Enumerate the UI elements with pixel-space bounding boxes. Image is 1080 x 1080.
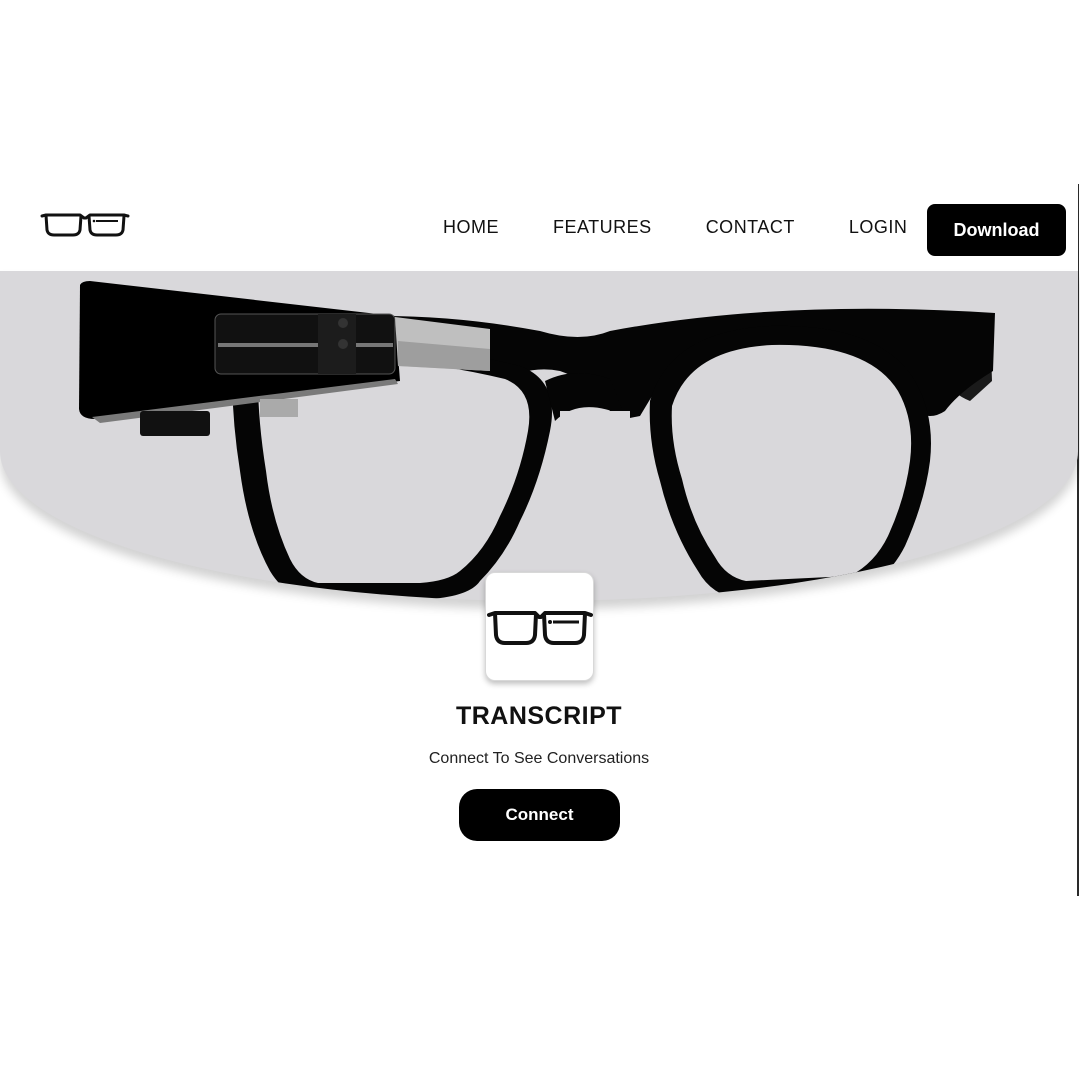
transcript-subtitle: Connect To See Conversations bbox=[428, 750, 650, 767]
glasses-icon[interactable] bbox=[40, 210, 130, 238]
download-button[interactable]: Download bbox=[927, 204, 1066, 256]
nav-links: HOME FEATURES CONTACT LOGIN bbox=[416, 184, 934, 271]
page: HOME FEATURES CONTACT LOGIN Download TRA… bbox=[0, 0, 1080, 1080]
nav-contact-link[interactable]: CONTACT bbox=[706, 217, 795, 238]
transcript-title: TRANSCRIPT bbox=[455, 702, 623, 730]
transcript-app-card[interactable] bbox=[485, 572, 594, 681]
connect-button[interactable]: Connect bbox=[459, 789, 620, 841]
smart-glasses-illustration bbox=[79, 281, 995, 599]
glasses-icon bbox=[486, 610, 593, 645]
hero-banner bbox=[0, 271, 1078, 601]
nav-features-link[interactable]: FEATURES bbox=[553, 217, 652, 238]
top-nav: HOME FEATURES CONTACT LOGIN Download bbox=[0, 184, 1078, 271]
nav-home-link[interactable]: HOME bbox=[443, 217, 499, 238]
nav-login-link[interactable]: LOGIN bbox=[849, 217, 908, 238]
